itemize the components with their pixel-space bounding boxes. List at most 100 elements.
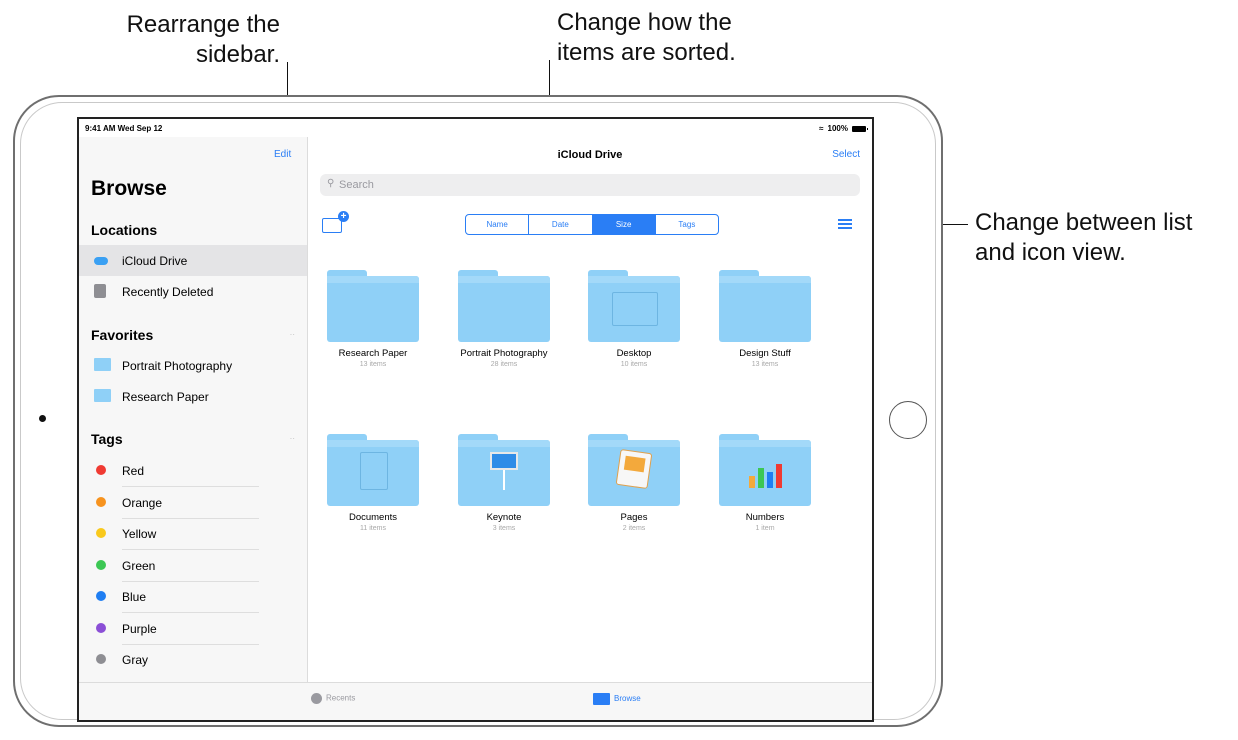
folder-name: Numbers [745, 512, 785, 523]
folder-item[interactable]: Research Paper 13 items [318, 270, 428, 368]
sort-option-date[interactable]: Date [529, 215, 593, 234]
sort-segmented-control: Name Date Size Tags [465, 214, 719, 235]
callout-text: Change how the [557, 9, 732, 36]
folder-item[interactable]: Numbers 1 item [710, 434, 820, 532]
document-icon [360, 452, 388, 490]
tags-heading: Tags [91, 431, 123, 447]
folder-name: Desktop [616, 348, 652, 359]
select-button[interactable]: Select [832, 149, 860, 160]
status-time: 9:41 AM Wed Sep 12 [85, 124, 163, 133]
tab-recents[interactable]: Recents [311, 693, 355, 704]
locations-heading: Locations [91, 222, 158, 238]
folder-item[interactable]: Documents 11 items [318, 434, 428, 532]
search-icon: ⚲ [327, 178, 335, 189]
sort-option-tags[interactable]: Tags [656, 215, 718, 234]
tag-color-dot-icon [96, 528, 106, 538]
item-count: 11 items [360, 525, 386, 532]
sidebar-item-icloud-drive[interactable]: iCloud Drive [79, 245, 307, 276]
item-count: 10 items [620, 361, 648, 368]
sidebar-item-tag[interactable]: Orange [79, 487, 307, 518]
tag-color-dot-icon [96, 591, 106, 601]
sidebar-item-research-paper[interactable]: Research Paper [79, 381, 307, 412]
sidebar-item-tag[interactable]: Yellow [79, 518, 307, 549]
folder-name: Design Stuff [739, 348, 791, 359]
sidebar-item-label: Green [122, 558, 156, 573]
folder-icon [588, 270, 680, 342]
home-button[interactable] [889, 401, 927, 439]
sort-option-size[interactable]: Size [592, 215, 656, 234]
folder-item[interactable]: Keynote 3 items [449, 434, 559, 532]
callout-text: and icon view. [975, 239, 1126, 266]
sidebar-item-label: Recently Deleted [122, 285, 214, 299]
status-bar: 9:41 AM Wed Sep 12 ≈ 100% [79, 119, 872, 137]
folder-name: Pages [620, 512, 648, 523]
cloud-icon [94, 257, 108, 265]
item-count: 1 item [755, 525, 775, 532]
sidebar-item-label: Yellow [122, 527, 157, 541]
folder-item[interactable]: Design Stuff 13 items [710, 270, 820, 368]
numbers-app-icon [749, 462, 783, 488]
folder-icon [588, 434, 680, 506]
list-view-icon[interactable] [838, 219, 852, 229]
item-count: 2 items [622, 525, 646, 532]
favorites-collapse-icon[interactable]: ·· [290, 330, 295, 339]
tag-color-dot-icon [96, 622, 106, 633]
sidebar: Edit Browse Locations iCloud Drive Recen… [79, 137, 308, 682]
tab-label: Browse [614, 694, 641, 704]
sidebar-item-tag[interactable]: Purple [79, 613, 307, 644]
callout-rearrange-sidebar: Rearrange the sidebar. [118, 10, 280, 70]
search-placeholder: Search [339, 179, 374, 191]
sidebar-item-label: Orange [122, 495, 163, 510]
callout-change-sort: Change how the items are sorted. [557, 8, 797, 68]
sidebar-item-label: Research Paper [122, 390, 209, 404]
folder-name: Keynote [486, 512, 522, 523]
tag-color-dot-icon [96, 465, 106, 475]
folder-name: Research Paper [338, 348, 408, 359]
tab-browse[interactable]: Browse [593, 693, 641, 705]
tag-color-dot-icon [96, 496, 106, 507]
sidebar-item-tag[interactable]: Gray [79, 644, 307, 675]
sidebar-item-portrait-photography[interactable]: Portrait Photography [79, 350, 307, 381]
browse-title: Browse [91, 177, 167, 200]
sidebar-item-tag[interactable]: Red [79, 455, 307, 486]
sidebar-item-tag[interactable]: Green [79, 550, 307, 581]
folder-item[interactable]: Pages 2 items [579, 434, 689, 532]
sidebar-item-label: Blue [122, 590, 147, 604]
folder-item[interactable]: Desktop 10 items [579, 270, 689, 368]
sort-option-name[interactable]: Name [466, 215, 530, 234]
sidebar-item-label: Portrait Photography [122, 359, 233, 373]
callout-text: sidebar. [195, 41, 280, 68]
battery-percent: 100% [827, 124, 848, 133]
wifi-icon: ≈ [819, 124, 824, 133]
item-count: 13 items [359, 361, 387, 368]
search-input[interactable]: ⚲ Search [320, 174, 860, 196]
battery-icon [852, 125, 868, 132]
new-folder-icon[interactable] [322, 211, 349, 233]
sidebar-item-label: Purple [122, 621, 157, 636]
pages-app-icon [616, 450, 652, 488]
folder-icon [719, 270, 811, 342]
folder-icon [458, 434, 550, 506]
tab-bar: Recents Browse [79, 682, 872, 720]
item-count: 13 items [751, 361, 779, 368]
keynote-app-icon [490, 452, 518, 494]
folder-icon [458, 270, 550, 342]
page-title: iCloud Drive [557, 149, 623, 161]
folder-name: Portrait Photography [460, 348, 548, 359]
folder-item[interactable]: Portrait Photography 28 items [449, 270, 559, 368]
folder-icon [94, 389, 111, 402]
folder-icon [327, 270, 419, 342]
folder-icon [719, 434, 811, 506]
sidebar-item-tag[interactable]: Blue [79, 581, 307, 612]
callout-text: Rearrange the [126, 11, 280, 38]
status-right: ≈ 100% [819, 124, 868, 133]
sidebar-item-recently-deleted[interactable]: Recently Deleted [79, 276, 307, 307]
folder-icon [94, 358, 111, 371]
edit-button[interactable]: Edit [274, 149, 291, 160]
callout-text: items are sorted. [557, 39, 736, 66]
camera-dot [39, 415, 46, 422]
tag-color-dot-icon [96, 654, 106, 664]
clock-icon [311, 693, 322, 704]
item-count: 3 items [492, 525, 516, 532]
tags-collapse-icon[interactable]: ·· [290, 434, 295, 443]
